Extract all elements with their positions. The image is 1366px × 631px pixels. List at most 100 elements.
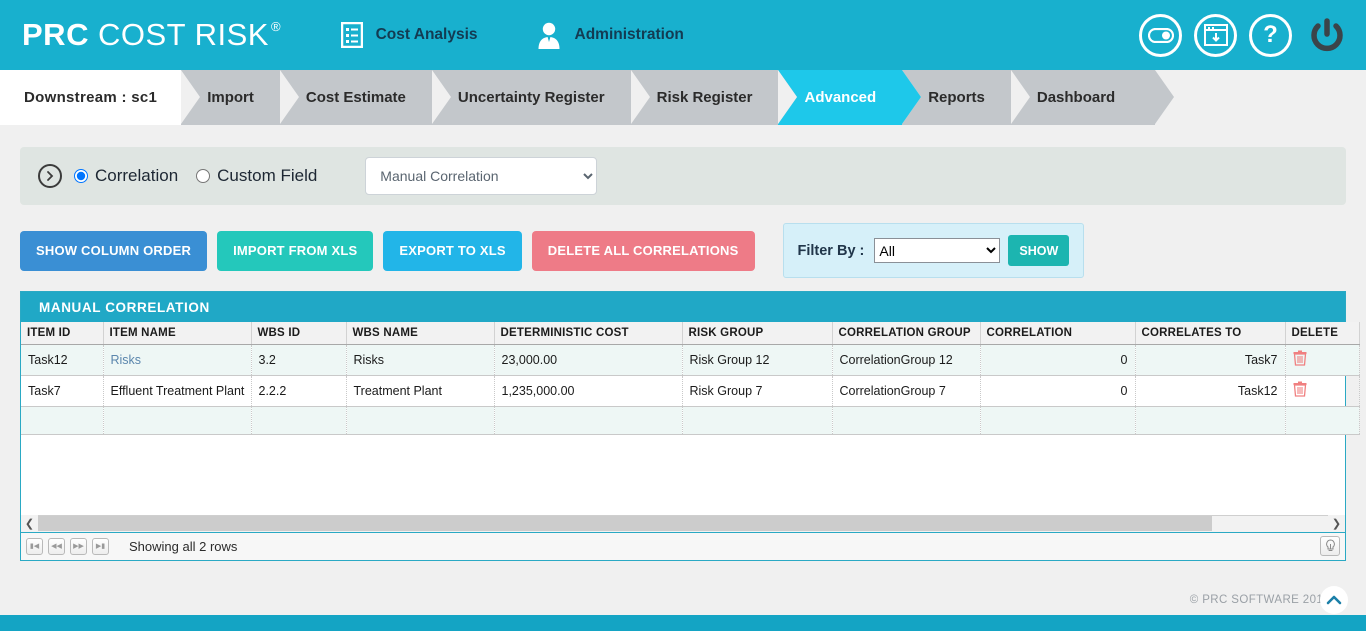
main-content: Correlation Custom Field Manual Correlat… xyxy=(0,147,1366,631)
filter-show-button[interactable]: SHOW xyxy=(1008,235,1070,266)
tab-reports-label: Reports xyxy=(928,89,985,106)
filter-panel: Filter By : All SHOW xyxy=(782,223,1085,278)
next-page-icon[interactable]: ▶▶ xyxy=(70,537,87,555)
app-header: PRC COST RISK ® Cost Analysis Administra… xyxy=(0,0,1366,70)
power-icon[interactable] xyxy=(1304,12,1350,58)
correlation-table: ITEM ID ITEM NAME WBS ID WBS NAME DETERM… xyxy=(21,322,1360,435)
col-item-name[interactable]: ITEM NAME xyxy=(103,322,252,345)
chevron-up-icon[interactable] xyxy=(1320,586,1348,614)
cell-correlation[interactable]: 0 xyxy=(980,375,1136,407)
registered-mark-icon: ® xyxy=(270,19,281,34)
header-link-administration-label: Administration xyxy=(574,26,684,43)
list-document-icon xyxy=(340,22,363,48)
user-icon xyxy=(536,21,562,49)
delete-all-correlations-button[interactable]: DELETE ALL CORRELATIONS xyxy=(531,230,755,271)
trash-icon[interactable] xyxy=(1293,350,1307,370)
col-item-id[interactable]: ITEM ID xyxy=(21,322,104,345)
export-to-xls-button[interactable]: EXPORT TO XLS xyxy=(383,230,522,271)
col-deterministic-cost[interactable]: DETERMINISTIC COST xyxy=(494,322,683,345)
tab-import[interactable]: Import xyxy=(181,70,299,125)
tab-risk-register-label: Risk Register xyxy=(656,89,753,106)
radio-custom-field[interactable] xyxy=(196,169,211,183)
table-row[interactable]: Task7 Effluent Treatment Plant 2.2.2 Tre… xyxy=(21,375,1360,407)
cell-correlates-to: Task7 xyxy=(1135,344,1286,376)
filter-by-label: Filter By : xyxy=(797,242,865,259)
grid-empty-area xyxy=(21,434,1345,515)
col-correlation[interactable]: CORRELATION xyxy=(980,322,1136,345)
header-link-administration[interactable]: Administration xyxy=(536,21,684,49)
first-page-icon[interactable]: ▮◀ xyxy=(26,537,43,555)
lightbulb-icon[interactable] xyxy=(1320,536,1340,556)
radio-correlation-label[interactable]: Correlation xyxy=(95,166,178,186)
last-page-icon[interactable]: ▶▮ xyxy=(92,537,109,555)
scroll-thumb[interactable] xyxy=(38,516,1212,531)
tab-uncertainty-register-label: Uncertainty Register xyxy=(457,89,605,106)
prev-page-icon[interactable]: ◀◀ xyxy=(48,537,65,555)
scroll-right-icon[interactable]: ❯ xyxy=(1328,515,1345,532)
scroll-track[interactable] xyxy=(38,516,1328,531)
tab-dashboard-label: Dashboard xyxy=(1036,89,1116,106)
grid-status-text: Showing all 2 rows xyxy=(129,538,238,554)
grid-title: MANUAL CORRELATION xyxy=(21,292,1345,322)
cell-item-id: Task7 xyxy=(21,375,104,407)
manual-correlation-grid: MANUAL CORRELATION ITEM ID ITEM NAME WBS… xyxy=(20,291,1360,561)
col-correlates-to[interactable]: CORRELATES TO xyxy=(1135,322,1286,345)
cell-delete[interactable] xyxy=(1285,344,1360,376)
trash-icon[interactable] xyxy=(1293,381,1307,401)
tab-risk-register[interactable]: Risk Register xyxy=(630,70,798,125)
cell-delete[interactable] xyxy=(1285,375,1360,407)
tab-advanced[interactable]: Advanced xyxy=(778,70,921,125)
table-row[interactable]: Task12 Risks 3.2 Risks 23,000.00 Risk Gr… xyxy=(21,344,1360,376)
header-link-cost-analysis[interactable]: Cost Analysis xyxy=(340,22,478,48)
brand-prc-text: PRC xyxy=(22,17,89,52)
mode-radio-group: Correlation Custom Field xyxy=(74,166,335,186)
col-risk-group[interactable]: RISK GROUP xyxy=(682,322,833,345)
scroll-left-icon[interactable]: ❮ xyxy=(21,515,38,532)
grid-horizontal-scrollbar[interactable]: ❮ ❯ xyxy=(21,514,1345,532)
bottom-accent-bar xyxy=(0,615,1366,631)
tab-cost-estimate-label: Cost Estimate xyxy=(305,89,406,106)
header-link-cost-analysis-label: Cost Analysis xyxy=(375,26,478,43)
tab-cost-estimate[interactable]: Cost Estimate xyxy=(279,70,451,125)
cell-deterministic-cost: 1,235,000.00 xyxy=(494,375,683,407)
filter-by-select[interactable]: All xyxy=(874,238,1001,263)
header-actions: ? xyxy=(1139,0,1350,70)
cell-item-name[interactable]: Risks xyxy=(103,344,252,376)
tab-dashboard[interactable]: Dashboard xyxy=(1010,70,1175,125)
help-question-icon[interactable]: ? xyxy=(1249,13,1292,57)
cell-wbs-name: Treatment Plant xyxy=(346,375,495,407)
chevron-right-circle-icon[interactable] xyxy=(38,164,62,188)
page-footer: © PRC SOFTWARE 2018 xyxy=(0,585,1366,615)
tab-downstream-sc1[interactable]: Downstream : sc1 xyxy=(0,70,182,125)
show-column-order-button[interactable]: SHOW COLUMN ORDER xyxy=(20,230,208,271)
import-from-xls-button[interactable]: IMPORT FROM XLS xyxy=(217,230,374,271)
tab-advanced-label: Advanced xyxy=(804,89,877,106)
table-row-empty xyxy=(21,406,1360,435)
cell-wbs-id: 3.2 xyxy=(251,344,347,376)
radio-correlation[interactable] xyxy=(74,169,88,183)
col-wbs-id[interactable]: WBS ID xyxy=(251,322,347,345)
grid-footer: ▮◀ ◀◀ ▶▶ ▶▮ Showing all 2 rows xyxy=(21,531,1345,560)
cell-correlation-group: CorrelationGroup 7 xyxy=(832,375,981,407)
col-wbs-name[interactable]: WBS NAME xyxy=(346,322,495,345)
cell-risk-group: Risk Group 12 xyxy=(682,344,833,376)
cell-wbs-id: 2.2.2 xyxy=(251,375,347,407)
col-correlation-group[interactable]: CORRELATION GROUP xyxy=(832,322,981,345)
tab-import-label: Import xyxy=(207,89,254,106)
workflow-tabs: Downstream : sc1 Import Cost Estimate Un… xyxy=(0,70,1366,125)
cell-correlation[interactable]: 0 xyxy=(980,344,1136,376)
mode-panel: Correlation Custom Field Manual Correlat… xyxy=(20,147,1346,205)
cell-risk-group: Risk Group 7 xyxy=(682,375,833,407)
copyright-text: © PRC SOFTWARE 2018 xyxy=(1189,594,1330,606)
save-window-icon[interactable] xyxy=(1194,13,1237,57)
correlation-type-select[interactable]: Manual Correlation xyxy=(365,157,598,195)
radio-custom-field-label[interactable]: Custom Field xyxy=(217,166,317,186)
brand-logo[interactable]: PRC COST RISK ® xyxy=(22,18,281,52)
item-name-link[interactable]: Risks xyxy=(111,353,142,367)
tab-uncertainty-register[interactable]: Uncertainty Register xyxy=(431,70,650,125)
col-delete[interactable]: DELETE xyxy=(1285,322,1360,345)
brand-rest-text: COST RISK xyxy=(97,17,269,52)
cell-correlation-group: CorrelationGroup 12 xyxy=(832,344,981,376)
toggle-switch-icon[interactable] xyxy=(1139,13,1182,57)
cell-item-name: Effluent Treatment Plant xyxy=(103,375,252,407)
